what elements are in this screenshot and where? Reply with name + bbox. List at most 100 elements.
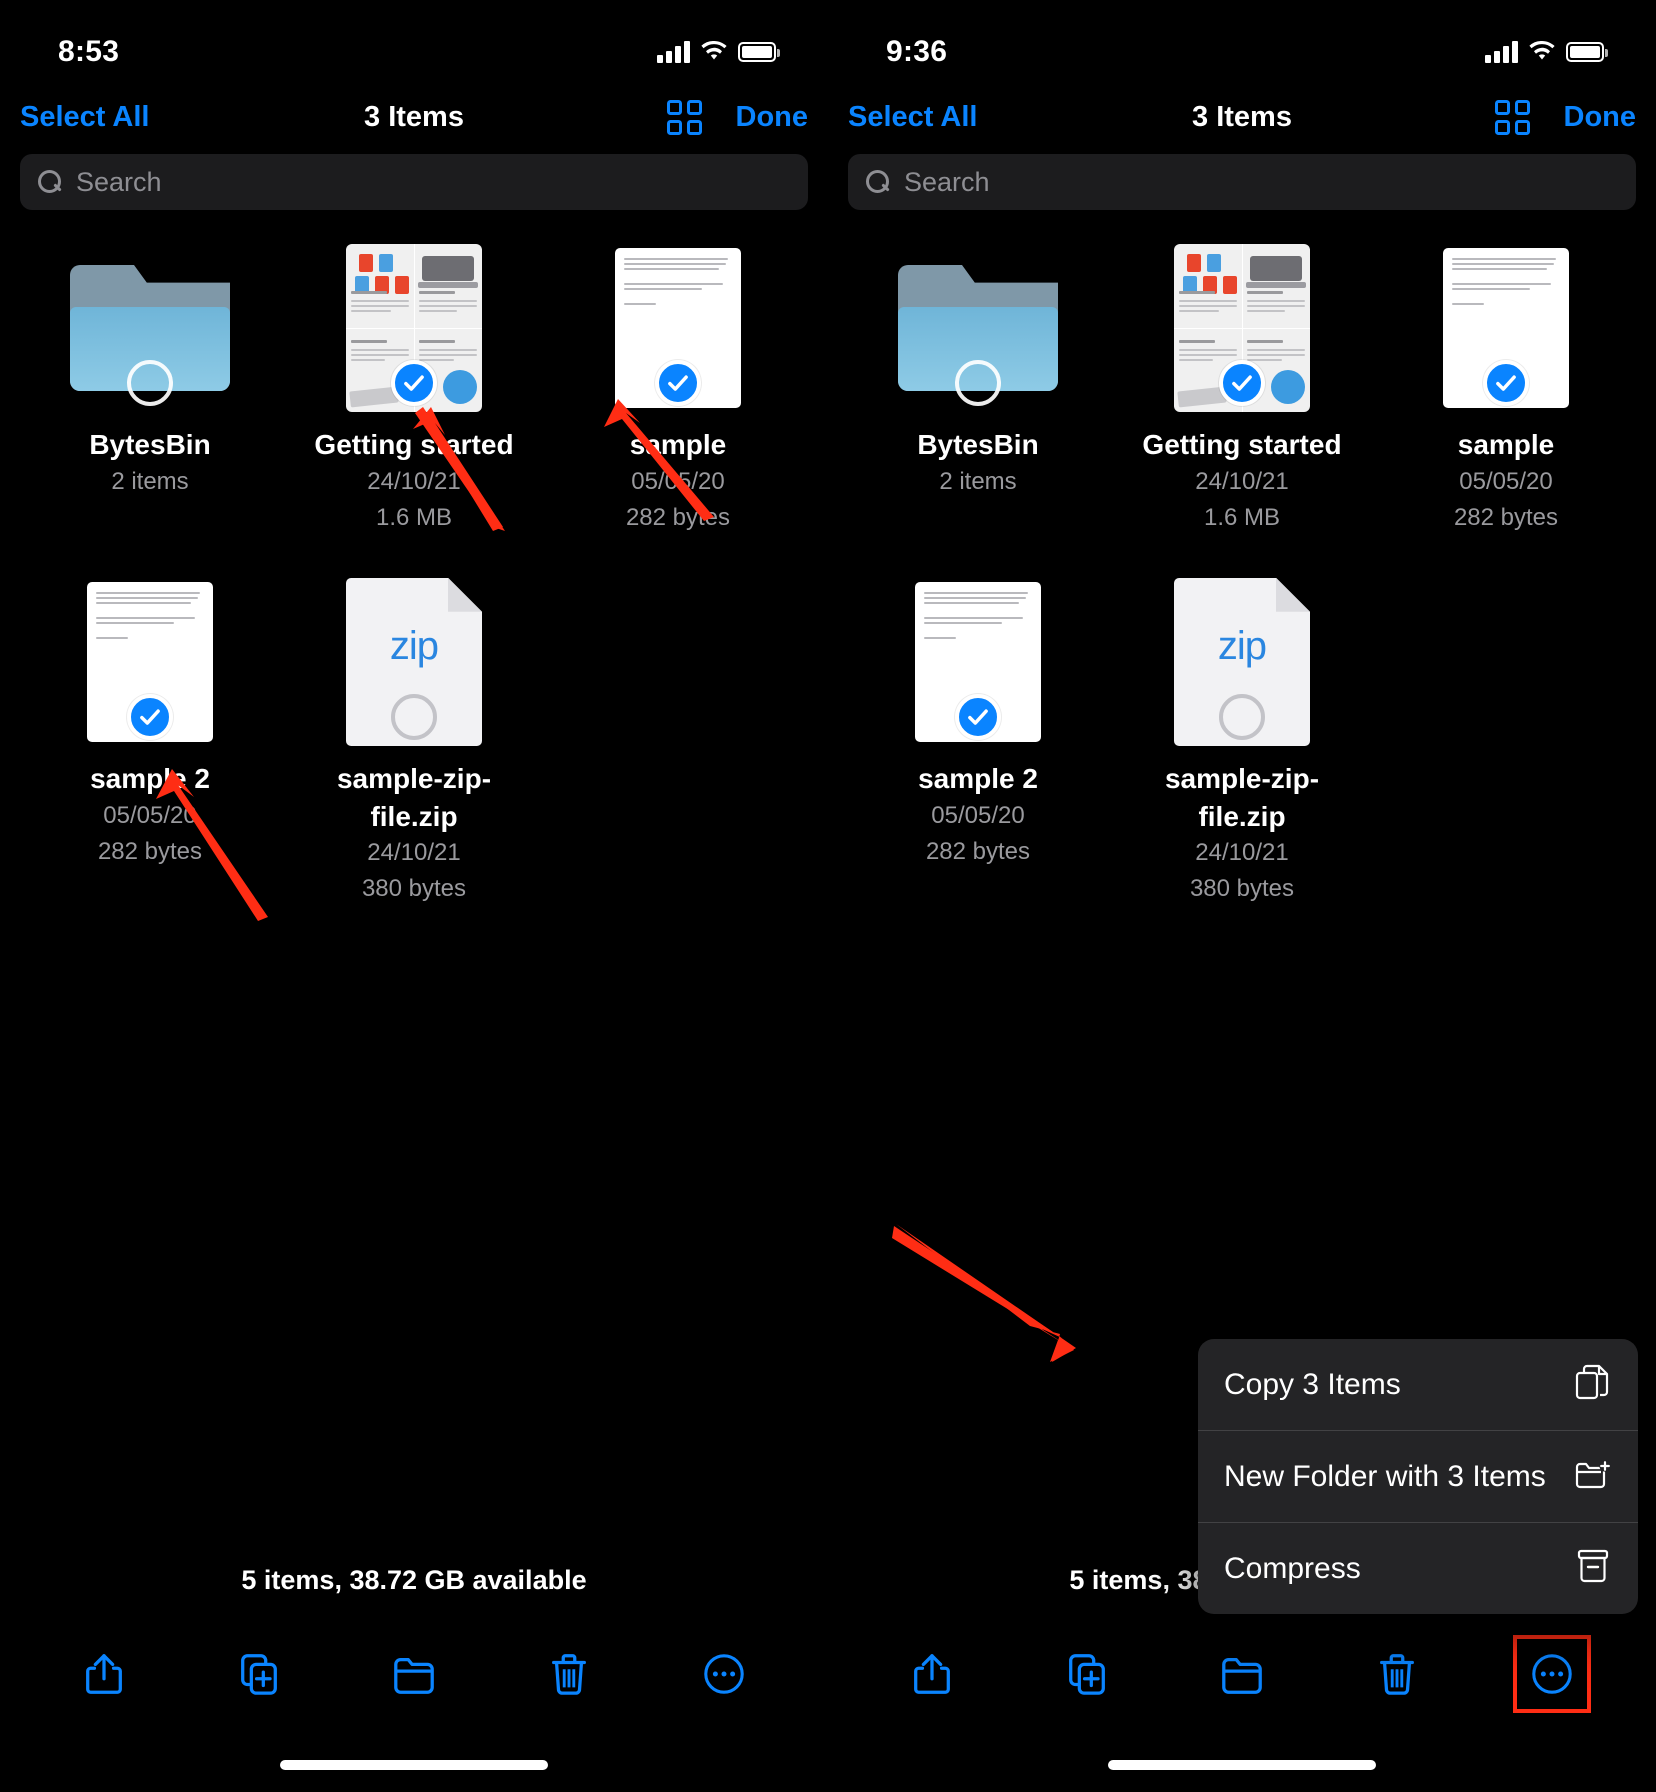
file-name: Getting started [314,429,514,460]
check-icon [1232,375,1252,391]
file-meta: 05/05/20 [631,467,725,495]
file-size: 282 bytes [97,837,203,865]
selection-checkmark[interactable] [655,360,701,406]
status-bar: 8:53 [0,0,828,86]
check-icon [140,709,160,725]
file-meta: 05/05/20 [1459,467,1553,495]
selection-checkmark[interactable] [391,360,437,406]
status-indicators [657,41,780,63]
file-item-sample-2[interactable]: sample 2 05/05/20 282 bytes [846,578,1110,908]
file-meta: 24/10/21 [1195,467,1289,495]
file-name: BytesBin [917,429,1039,460]
file-grid: BytesBin 2 items Getting started 24/10/2… [0,210,828,907]
file-item-getting-started[interactable]: Getting started 24/10/21 1.6 MB [1110,244,1374,536]
new-folder-icon[interactable] [385,1645,443,1703]
guide-thumbnail [1158,244,1326,412]
menu-item-new-folder[interactable]: New Folder with 3 Items [1198,1431,1638,1523]
document-thumbnail [894,578,1062,746]
check-icon [968,709,988,725]
file-item-sample-2[interactable]: sample 2 05/05/20 282 bytes [18,578,282,908]
file-name: BytesBin [89,429,211,460]
select-all-button[interactable]: Select All [20,101,149,134]
check-icon [1496,375,1516,391]
done-button[interactable]: Done [736,101,809,134]
file-item-getting-started[interactable]: Getting started 24/10/21 1.6 MB [282,244,546,536]
select-all-button[interactable]: Select All [848,101,977,134]
file-meta: 2 items [111,467,189,495]
more-ellipsis-icon[interactable] [695,1645,753,1703]
duplicate-icon[interactable] [230,1645,288,1703]
guide-thumbnail [330,244,498,412]
search-icon [866,170,890,194]
storage-status: 5 items, 38.72 GB available [241,1565,587,1595]
duplicate-icon[interactable] [1058,1645,1116,1703]
folder-icon [66,244,234,412]
file-size: 282 bytes [625,503,731,531]
file-meta: 24/10/21 [367,839,461,867]
selection-checkmark[interactable] [127,693,173,740]
done-button[interactable]: Done [1564,101,1637,134]
file-name: sample [629,429,727,460]
selection-checkmark[interactable] [955,693,1001,740]
file-size: 380 bytes [1189,875,1295,903]
selection-checkmark[interactable] [1219,360,1265,406]
grid-view-icon[interactable] [1494,99,1530,135]
share-icon[interactable] [75,1645,133,1703]
file-item-bytesbin[interactable]: BytesBin 2 items [846,244,1110,536]
menu-item-label: Compress [1224,1551,1361,1585]
menu-item-copy[interactable]: Copy 3 Items [1198,1339,1638,1431]
selection-checkmark[interactable] [1483,360,1529,406]
selection-circle[interactable] [1219,693,1265,740]
file-meta: 24/10/21 [367,467,461,495]
menu-item-compress[interactable]: Compress [1198,1523,1638,1614]
file-name: sample 2 [918,762,1038,794]
document-thumbnail [66,578,234,746]
new-folder-icon[interactable] [1213,1645,1271,1703]
file-name: sample-zip-file.zip [1164,762,1320,832]
cellular-bars-icon [1485,41,1518,63]
selection-circle[interactable] [127,360,173,406]
file-meta: 24/10/21 [1195,839,1289,867]
file-meta: 05/05/20 [103,801,197,829]
navigation-bar: Select All 3 Items Done [828,86,1656,148]
file-size: 1.6 MB [1203,503,1281,531]
file-meta: 05/05/20 [931,801,1025,829]
trash-icon[interactable] [1368,1645,1426,1703]
menu-item-label: New Folder with 3 Items [1224,1459,1546,1493]
status-bar: 9:36 [828,0,1656,86]
selection-circle[interactable] [955,360,1001,406]
folder-plus-icon [1574,1455,1612,1498]
grid-view-icon[interactable] [666,99,702,135]
search-input[interactable]: Search [848,154,1636,210]
file-item-sample-zip[interactable]: zip sample-zip-file.zip 24/10/21 380 byt… [282,577,546,908]
search-placeholder: Search [76,166,162,197]
archive-box-icon [1574,1547,1612,1590]
selection-circle[interactable] [391,693,437,740]
navigation-bar: Select All 3 Items Done [0,86,828,148]
folder-icon [894,244,1062,412]
file-item-sample-zip[interactable]: zip sample-zip-file.zip 24/10/21 380 byt… [1110,577,1374,908]
file-size: 282 bytes [925,837,1031,865]
search-input[interactable]: Search [20,154,808,210]
file-item-sample[interactable]: sample 05/05/20 282 bytes [546,244,810,536]
annotation-arrow [892,1224,1076,1362]
file-grid: BytesBin 2 items Getting started 24/10/2… [828,210,1656,907]
cellular-bars-icon [657,41,690,63]
screenshot-pair: 8:53 Select All 3 Items Done Search Byte… [0,0,1656,1792]
share-icon[interactable] [903,1645,961,1703]
bottom-toolbar [828,1634,1656,1714]
status-clock: 9:36 [886,35,948,68]
file-item-bytesbin[interactable]: BytesBin 2 items [18,244,282,536]
zip-label: zip [389,623,439,668]
phone-screen-right: 9:36 Select All 3 Items Done Search Byte… [828,0,1656,1792]
trash-icon[interactable] [540,1645,598,1703]
file-name: sample 2 [90,762,210,794]
file-item-sample[interactable]: sample 05/05/20 282 bytes [1374,244,1638,536]
document-thumbnail [594,244,762,412]
more-ellipsis-icon[interactable] [1513,1635,1592,1713]
wifi-icon [701,41,727,60]
search-icon [38,170,62,194]
search-placeholder: Search [904,166,990,197]
file-name: sample [1457,429,1555,460]
file-size: 282 bytes [1453,503,1559,531]
